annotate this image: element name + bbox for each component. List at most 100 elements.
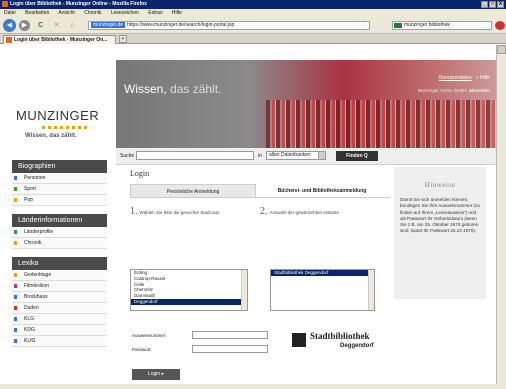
sidebar-item-klfg[interactable]: KLfG [12, 336, 107, 347]
menu-chronik[interactable]: Chronik [84, 10, 101, 16]
logo-tagline: Wissen, das zählt. [25, 133, 77, 139]
tab-library-login[interactable]: Bücherei- und Bibliotheksanmeldung [256, 184, 388, 198]
hints-title: Hinweise [424, 181, 456, 189]
sidebar-item-label: Länderprofile [24, 229, 54, 235]
sidebar-item-label: KDG [24, 327, 35, 333]
new-tab-button[interactable]: + [119, 35, 127, 43]
tab-label: Login über Bibliothek - Munzinger On... [14, 37, 108, 43]
sidebar-item-brockhaus[interactable]: Brockhaus [12, 292, 107, 303]
tab-personal-login[interactable]: Persönliche Anmeldung [130, 184, 256, 198]
sidebar-item-label: Filmlexikon [24, 283, 50, 289]
library-name: Stadtbibliothek [310, 331, 370, 341]
status-bar [0, 384, 506, 389]
step-1-text: Wählen Sie bitte die gesuchte Stadt aus [139, 210, 220, 215]
sidebar-item-label: Gedenktage [24, 272, 52, 278]
minimize-button[interactable]: _ [481, 1, 488, 8]
maximize-button[interactable]: □ [489, 1, 496, 8]
sidebar-item-label: Duden [24, 305, 39, 311]
sidebar-item-sport[interactable]: Sport [12, 184, 107, 195]
back-button[interactable]: ◀ [3, 19, 16, 32]
logout-link[interactable]: abmelden [469, 88, 490, 93]
tab-strip: Login über Bibliothek - Munzinger On... … [0, 34, 506, 44]
menu-datei[interactable]: Datei [4, 10, 16, 16]
listbox-scrollbar[interactable] [241, 270, 247, 310]
bullet-icon [14, 198, 17, 202]
sidebar-heading-laender: Länderinformationen [12, 214, 107, 227]
list-item-selected[interactable]: Deggendorf [131, 298, 247, 305]
step-2: 2. Auswahl der gewünschten Institute [260, 206, 339, 217]
addon-icon[interactable] [495, 21, 505, 30]
sidebar-item-pop[interactable]: Pop [12, 195, 107, 206]
hints-text: Damit Sie sich anmelden können, benötige… [400, 197, 480, 234]
step-1: 1. Wählen Sie bitte die gesuchte Stadt au… [130, 206, 219, 217]
sidebar-item-kdg[interactable]: KDG [12, 325, 107, 336]
menu-extras[interactable]: Extras [148, 10, 162, 16]
sidebar-item-label: Personen [24, 175, 46, 181]
help-link[interactable]: » Hilfe [476, 75, 490, 81]
sidebar-item-label: Pop [24, 197, 33, 203]
menu-hilfe[interactable]: Hilfe [172, 10, 182, 16]
card-number-input[interactable] [192, 331, 268, 339]
browser-tab[interactable]: Login über Bibliothek - Munzinger On... [3, 35, 116, 44]
tab-favicon [6, 37, 12, 43]
home-button[interactable]: ⌂ [67, 20, 78, 31]
step-2-text: Auswahl der gewünschten Institute [269, 210, 340, 215]
menu-bar: Datei Bearbeiten Ansicht Chronik Lesezei… [0, 9, 506, 17]
sidebar-item-label: Sport [24, 186, 36, 192]
hero-links: Benutzerdaten » Hilfe [439, 75, 490, 81]
chevron-down-icon [318, 152, 325, 159]
search-input[interactable] [136, 151, 254, 160]
sidebar-item-label: KLfG [24, 338, 36, 344]
find-button[interactable]: Finden Q [336, 151, 378, 161]
page-scrollbar[interactable] [496, 45, 506, 389]
list-item-selected[interactable]: Stadtbibliothek Deggendorf [271, 270, 374, 276]
sidebar: Biographien Personen Sport Pop Länderinf… [12, 160, 107, 347]
logo-dots [42, 126, 90, 129]
login-tabs: Persönliche Anmeldung Bücherei- und Bibl… [130, 184, 390, 198]
bullet-icon [14, 230, 17, 234]
sidebar-item-chronik[interactable]: Chronik [12, 238, 107, 249]
sidebar-item-gedenktage[interactable]: Gedenktage [12, 270, 107, 281]
institute-listbox[interactable]: Stadtbibliothek Deggendorf [270, 269, 375, 311]
user-data-link[interactable]: Benutzerdaten [439, 75, 472, 81]
city-listbox[interactable]: Erding Castrop-Rauxel Celle Chemnitz Dar… [130, 269, 248, 311]
site-search-bar: Suche in allen Datenbanken Finden Q [116, 148, 496, 165]
search-engine-icon [394, 23, 402, 28]
menu-lesezeichen[interactable]: Lesezeichen [111, 10, 139, 16]
window-titlebar: Login über Bibliothek - Munzinger Online… [0, 0, 506, 9]
sidebar-item-klg[interactable]: KLG [12, 314, 107, 325]
scroll-up-button[interactable] [497, 45, 506, 54]
sidebar-heading-biographien: Biographien [12, 160, 107, 173]
menu-bearbeiten[interactable]: Bearbeiten [25, 10, 49, 16]
sidebar-item-personen[interactable]: Personen [12, 173, 107, 184]
sidebar-heading-lexika: Lexika [12, 257, 107, 270]
bullet-icon [14, 339, 17, 343]
search-scope-select[interactable]: allen Datenbanken [266, 151, 326, 160]
reload-button[interactable]: C [35, 20, 46, 31]
bullet-icon [14, 187, 17, 191]
sidebar-item-filmlexikon[interactable]: Filmlexikon [12, 281, 107, 292]
bookmark-star-icon[interactable]: ☆ [363, 22, 367, 29]
bullet-icon [14, 273, 17, 277]
stop-button[interactable]: ✕ [51, 20, 62, 31]
menu-ansicht[interactable]: Ansicht [58, 10, 74, 16]
search-label: Suche [120, 153, 135, 159]
step-1-number: 1. [130, 206, 138, 217]
listbox-scrollbar[interactable] [368, 270, 374, 310]
library-logo: Stadtbibliothek Deggendorf [292, 329, 388, 357]
hero-title-main: Wissen, [124, 82, 167, 96]
login-button[interactable]: Login ▸ [132, 369, 180, 380]
bullet-icon [14, 328, 17, 332]
bullet-icon [14, 317, 17, 321]
steps-row: 1. Wählen Sie bitte die gesuchte Stadt au… [130, 206, 390, 220]
close-button[interactable]: X [497, 1, 504, 8]
forward-button[interactable]: ▶ [19, 20, 30, 31]
password-input[interactable] [192, 345, 268, 353]
web-page: MUNZINGER Wissen, das zählt. Wissen, das… [0, 45, 496, 389]
books-image [266, 100, 496, 148]
sidebar-item-duden[interactable]: Duden [12, 303, 107, 314]
sidebar-item-laenderprofile[interactable]: Länderprofile [12, 227, 107, 238]
search-engine-box[interactable]: munzinger bibliothek [392, 21, 492, 30]
search-in-label: in [258, 153, 262, 159]
url-bar[interactable]: munzinger.de https://www.munzinger.de/sea… [88, 21, 370, 30]
